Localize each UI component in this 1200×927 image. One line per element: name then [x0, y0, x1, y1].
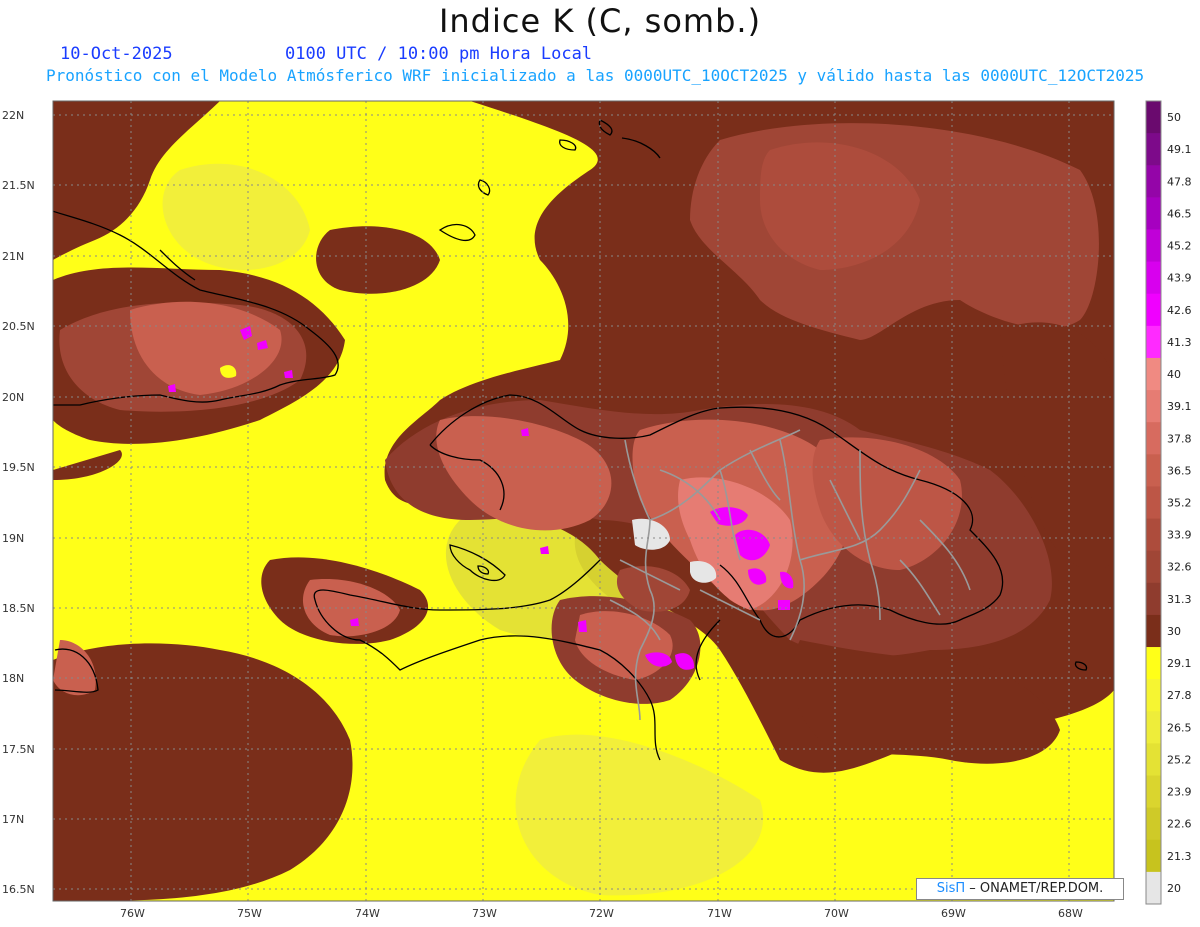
lon-label: 68W — [1058, 907, 1083, 920]
lon-label: 69W — [941, 907, 966, 920]
colorbar-swatch — [1146, 582, 1161, 616]
lat-label: 22N — [2, 109, 24, 122]
colorbar-label: 26.5 — [1167, 721, 1192, 734]
colorbar-label: 32.6 — [1167, 561, 1192, 574]
colorbar-label: 40 — [1167, 368, 1181, 381]
colorbar-label: 20 — [1167, 882, 1181, 895]
lon-label: 75W — [237, 907, 262, 920]
latitude-labels: 22N 21.5N 21N 20.5N 20N 19.5N 19N 18.5N … — [2, 109, 35, 896]
lon-label: 76W — [120, 907, 145, 920]
lat-label: 18.5N — [2, 602, 35, 615]
colorbar-label: 49.1 — [1167, 143, 1192, 156]
longitude-labels: 76W 75W 74W 73W 72W 71W 70W 69W 68W — [120, 907, 1083, 920]
lat-label: 16.5N — [2, 883, 35, 896]
colorbar-label: 50 — [1167, 111, 1181, 124]
lat-label: 17.5N — [2, 743, 35, 756]
k-index-map: 22N 21.5N 21N 20.5N 20N 19.5N 19N 18.5N … — [2, 100, 1192, 920]
colorbar-label: 22.6 — [1167, 818, 1192, 831]
colorbar-label: 42.6 — [1167, 304, 1192, 317]
colorbar-label: 35.2 — [1167, 497, 1192, 510]
colorbar-swatch — [1146, 229, 1161, 263]
lon-label: 74W — [355, 907, 380, 920]
colorbar-label: 46.5 — [1167, 207, 1192, 220]
colorbar-swatch — [1146, 839, 1161, 873]
colorbar-swatch — [1146, 743, 1161, 777]
colorbar-label: 30 — [1167, 625, 1181, 638]
credit-brand: SisΠ — [936, 881, 966, 896]
colorbar-label: 33.9 — [1167, 529, 1192, 542]
lat-label: 20N — [2, 391, 24, 404]
colorbar-swatch — [1146, 807, 1161, 841]
colorbar-swatch — [1146, 101, 1161, 134]
colorbar-label: 27.8 — [1167, 689, 1192, 702]
lat-label: 18N — [2, 672, 24, 685]
colorbar-label: 25.2 — [1167, 753, 1192, 766]
lat-label: 19.5N — [2, 461, 35, 474]
colorbar-label: 29.1 — [1167, 657, 1192, 670]
colorbar-swatch — [1146, 614, 1161, 648]
colorbar-label: 21.3 — [1167, 850, 1192, 863]
colorbar-swatch — [1146, 165, 1161, 198]
colorbar-swatch — [1146, 679, 1161, 712]
colorbar-swatch — [1146, 647, 1161, 680]
colorbar-swatch — [1146, 550, 1161, 584]
colorbar: 50 49.1 47.8 46.5 45.2 43.9 42.6 41.3 40 39.1 37.8… — [1145, 100, 1192, 905]
lat-label: 21.5N — [2, 179, 35, 192]
colorbar-label: 36.5 — [1167, 464, 1192, 477]
colorbar-swatch — [1146, 454, 1161, 487]
colorbar-label: 47.8 — [1167, 175, 1192, 188]
colorbar-swatch — [1146, 325, 1161, 359]
colorbar-swatch — [1146, 486, 1161, 520]
credit-org: – ONAMET/REP.DOM. — [969, 881, 1104, 896]
colorbar-label: 37.8 — [1167, 432, 1192, 445]
lat-label: 19N — [2, 532, 24, 545]
colorbar-swatch — [1146, 357, 1161, 391]
lat-label: 20.5N — [2, 320, 35, 333]
lat-label: 17N — [2, 813, 24, 826]
colorbar-label: 39.1 — [1167, 400, 1192, 413]
credit-box: SisΠ – ONAMET/REP.DOM. — [916, 878, 1124, 900]
colorbar-label: 45.2 — [1167, 240, 1192, 253]
lon-label: 73W — [472, 907, 497, 920]
colorbar-swatch — [1146, 261, 1161, 295]
lon-label: 70W — [824, 907, 849, 920]
colorbar-swatch — [1146, 197, 1161, 230]
colorbar-swatch — [1146, 711, 1161, 744]
colorbar-swatch — [1146, 390, 1161, 423]
colorbar-label: 41.3 — [1167, 336, 1192, 349]
colorbar-swatch — [1146, 518, 1161, 552]
colorbar-label: 31.3 — [1167, 593, 1192, 606]
colorbar-label: 23.9 — [1167, 786, 1192, 799]
colorbar-label: 43.9 — [1167, 272, 1192, 285]
lon-label: 71W — [707, 907, 732, 920]
lon-label: 72W — [589, 907, 614, 920]
colorbar-swatch — [1146, 422, 1161, 455]
colorbar-swatch — [1146, 775, 1161, 809]
lat-label: 21N — [2, 250, 24, 263]
colorbar-swatch — [1146, 133, 1161, 166]
colorbar-swatch — [1146, 293, 1161, 327]
colorbar-swatch — [1146, 871, 1161, 905]
